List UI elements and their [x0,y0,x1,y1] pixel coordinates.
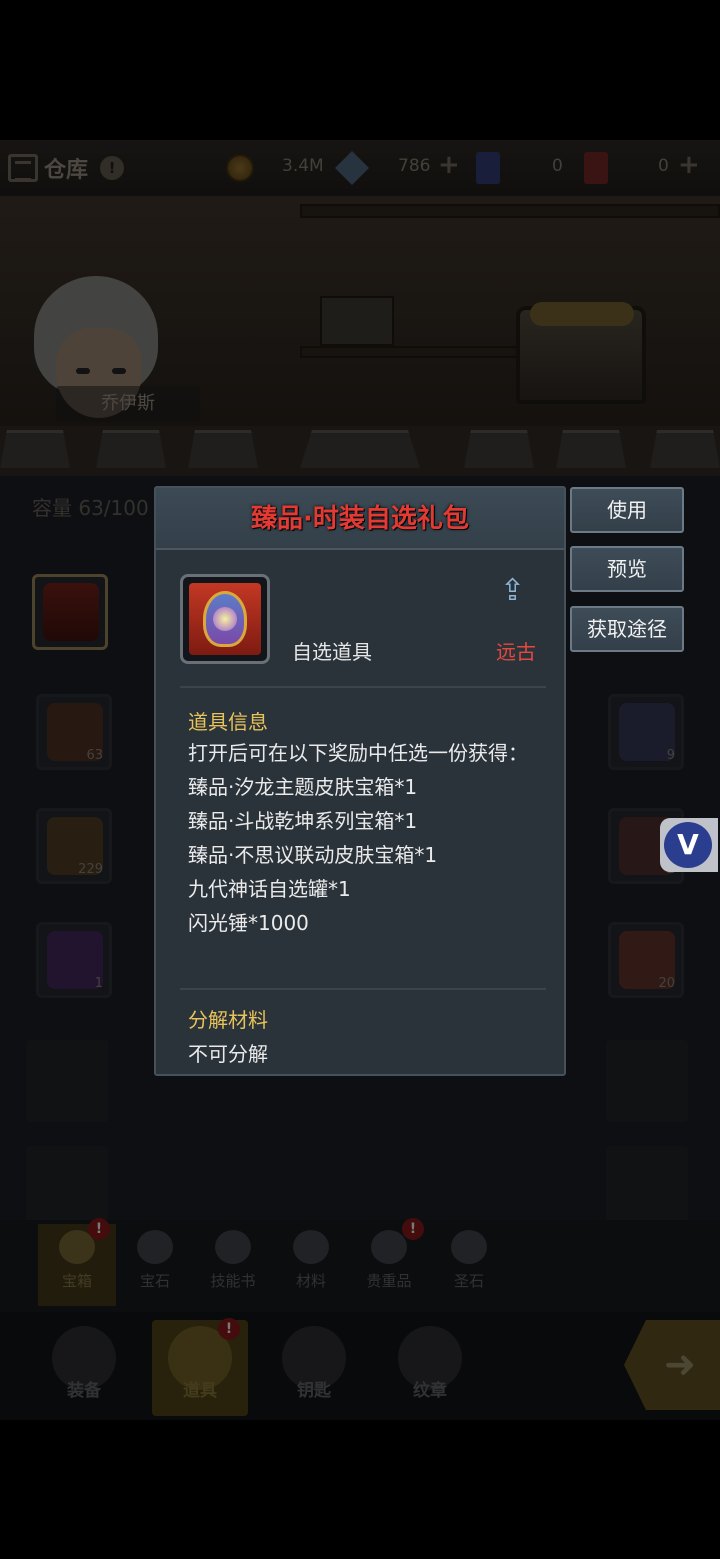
divider [180,686,546,688]
reward-line: 臻品·汐龙主题皮肤宝箱*1 [188,775,418,799]
item-rarity: 远古 [496,640,536,664]
item-icon-frame [180,574,270,664]
reward-line: 臻品·斗战乾坤系列宝箱*1 [188,809,418,833]
item-detail-dialog: 臻品·时装自选礼包 ⇪ 自选道具 远古 道具信息 打开后可在以下奖励中任选一份获… [154,486,566,1076]
reward-line: 臻品·不思议联动皮肤宝箱*1 [188,843,438,867]
reward-line: 九代神话自选罐*1 [188,877,351,901]
reward-line: 闪光锤*1000 [188,911,309,935]
dialog-title: 臻品·时装自选礼包 [156,488,564,550]
item-description: 打开后可在以下奖励中任选一份获得： 臻品·汐龙主题皮肤宝箱*1 臻品·斗战乾坤系… [188,736,548,940]
preview-button[interactable]: 预览 [570,546,684,592]
description-intro: 打开后可在以下奖励中任选一份获得： [188,741,528,765]
divider [180,988,546,990]
item-type: 自选道具 [292,640,372,664]
obtain-route-button[interactable]: 获取途径 [570,606,684,652]
decompose-section-title: 分解材料 [188,1008,268,1032]
share-icon[interactable]: ⇪ [500,574,538,608]
v-logo-icon: V [664,822,712,868]
use-button[interactable]: 使用 [570,487,684,533]
floating-assistant-button[interactable]: V [660,818,718,872]
decompose-value: 不可分解 [188,1042,268,1066]
info-section-title: 道具信息 [188,710,268,734]
